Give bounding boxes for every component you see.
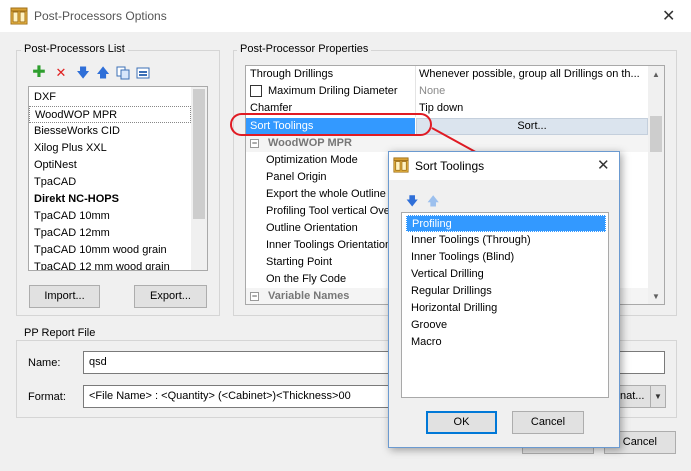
sort-listbox[interactable]: Profiling Inner Toolings (Through) Inner… bbox=[401, 212, 609, 398]
list-item[interactable]: Regular Drillings bbox=[406, 283, 606, 300]
chevron-down-icon: ▼ bbox=[654, 392, 662, 401]
format-dropdown-button[interactable]: ▼ bbox=[650, 385, 666, 408]
list-item[interactable]: WoodWOP MPR bbox=[29, 106, 191, 123]
pp-listbox[interactable]: DXF WoodWOP MPR BiesseWorks CID Xilog Pl… bbox=[28, 86, 208, 271]
move-down-icon[interactable]: 🡇 bbox=[406, 192, 418, 213]
category-label: WoodWOP MPR bbox=[268, 137, 352, 149]
prop-name: Optimization Mode bbox=[266, 154, 358, 166]
list-item[interactable]: Vertical Drilling bbox=[406, 266, 606, 283]
list-item[interactable]: Macro bbox=[406, 334, 606, 351]
properties-icon[interactable] bbox=[136, 66, 150, 80]
window-title: Post-Processors Options bbox=[34, 9, 167, 23]
name-label: Name: bbox=[28, 357, 61, 369]
prop-name: Profiling Tool vertical Ove bbox=[266, 205, 390, 217]
list-item[interactable]: TpaCAD 10mm wood grain bbox=[29, 242, 191, 259]
prop-separator bbox=[415, 66, 416, 83]
format-button[interactable]: nat... bbox=[617, 385, 651, 408]
list-item[interactable]: Inner Toolings (Through) bbox=[406, 232, 606, 249]
cancel-button[interactable]: Cancel bbox=[512, 411, 584, 434]
ok-button[interactable]: OK bbox=[426, 411, 497, 434]
category-label: Variable Names bbox=[268, 290, 350, 302]
list-item[interactable]: BiesseWorks CID bbox=[29, 123, 191, 140]
prop-value[interactable]: None bbox=[419, 83, 445, 100]
prop-name: Starting Point bbox=[266, 256, 333, 268]
pp-props-label: Post-Processor Properties bbox=[237, 43, 372, 55]
prop-name: Inner Toolings Orientation bbox=[266, 239, 392, 251]
move-up-icon[interactable]: 🡅 bbox=[96, 66, 110, 80]
move-up-icon[interactable]: 🡅 bbox=[427, 192, 439, 213]
sort-button[interactable]: Sort... bbox=[416, 118, 648, 135]
add-icon[interactable]: ✚ bbox=[32, 65, 46, 81]
prop-name: Export the whole Outline bbox=[266, 188, 386, 200]
list-item[interactable]: TpaCAD 12mm bbox=[29, 225, 191, 242]
prop-name: On the Fly Code bbox=[266, 273, 347, 285]
prop-row-max-diameter[interactable]: Maximum Driling Diameter None bbox=[246, 83, 648, 100]
list-item[interactable]: Inner Toolings (Blind) bbox=[406, 249, 606, 266]
app-cabinet-icon bbox=[393, 157, 409, 173]
dialog-title-bar: Sort Toolings ✕ bbox=[389, 152, 619, 180]
collapse-icon[interactable]: − bbox=[250, 292, 259, 301]
list-item[interactable]: Groove bbox=[406, 317, 606, 334]
scroll-up-icon[interactable]: ▲ bbox=[648, 70, 664, 79]
sort-toolings-dialog: Sort Toolings ✕ 🡇 🡅 Profiling Inner Tool… bbox=[388, 151, 620, 448]
close-icon[interactable]: ✕ bbox=[662, 6, 675, 26]
max-diameter-checkbox[interactable] bbox=[250, 85, 262, 97]
annotation-ellipse bbox=[230, 113, 432, 136]
list-item[interactable]: TpaCAD bbox=[29, 174, 191, 191]
format-input[interactable]: <File Name> : <Quantity> (<Cabinet>)<Thi… bbox=[83, 385, 393, 408]
prop-name: Through Drillings bbox=[250, 68, 334, 80]
import-button[interactable]: Import... bbox=[29, 285, 100, 308]
list-item[interactable]: TpaCAD 10mm bbox=[29, 208, 191, 225]
prop-value[interactable]: Whenever possible, group all Drillings o… bbox=[419, 66, 640, 83]
list-item[interactable]: Profiling bbox=[406, 215, 606, 232]
pp-list-label: Post-Processors List bbox=[21, 43, 128, 55]
title-bar: Post-Processors Options ✕ bbox=[0, 0, 691, 32]
category-woodwop[interactable]: − WoodWOP MPR bbox=[246, 135, 648, 152]
pp-list-scrollbar[interactable] bbox=[191, 87, 207, 270]
property-grid-scrollbar[interactable]: ▲ ▼ bbox=[648, 66, 664, 304]
list-item[interactable]: OptiNest bbox=[29, 157, 191, 174]
dialog-title: Sort Toolings bbox=[415, 159, 485, 173]
report-label: PP Report File bbox=[21, 327, 99, 339]
format-label: Format: bbox=[28, 391, 66, 403]
prop-separator bbox=[415, 83, 416, 100]
export-button[interactable]: Export... bbox=[134, 285, 207, 308]
scroll-thumb[interactable] bbox=[193, 89, 205, 219]
collapse-icon[interactable]: − bbox=[250, 139, 259, 148]
close-icon[interactable]: ✕ bbox=[597, 156, 610, 174]
list-item[interactable]: TpaCAD 12 mm wood grain bbox=[29, 259, 191, 270]
scroll-thumb[interactable] bbox=[650, 116, 662, 152]
list-item[interactable]: DXF bbox=[29, 89, 191, 106]
move-down-icon[interactable]: 🡇 bbox=[76, 66, 90, 80]
prop-name: Outline Orientation bbox=[266, 222, 358, 234]
app-cabinet-icon bbox=[10, 7, 28, 25]
delete-icon[interactable]: ✕ bbox=[54, 66, 68, 80]
copy-icon[interactable] bbox=[116, 66, 130, 80]
prop-name: Maximum Driling Diameter bbox=[268, 85, 398, 97]
prop-name: Panel Origin bbox=[266, 171, 327, 183]
list-item[interactable]: Horizontal Drilling bbox=[406, 300, 606, 317]
prop-row-through-drillings[interactable]: Through Drillings Whenever possible, gro… bbox=[246, 66, 648, 83]
scroll-down-icon[interactable]: ▼ bbox=[648, 292, 664, 301]
list-item[interactable]: Xilog Plus XXL bbox=[29, 140, 191, 157]
list-item[interactable]: Direkt NC-HOPS bbox=[29, 191, 191, 208]
